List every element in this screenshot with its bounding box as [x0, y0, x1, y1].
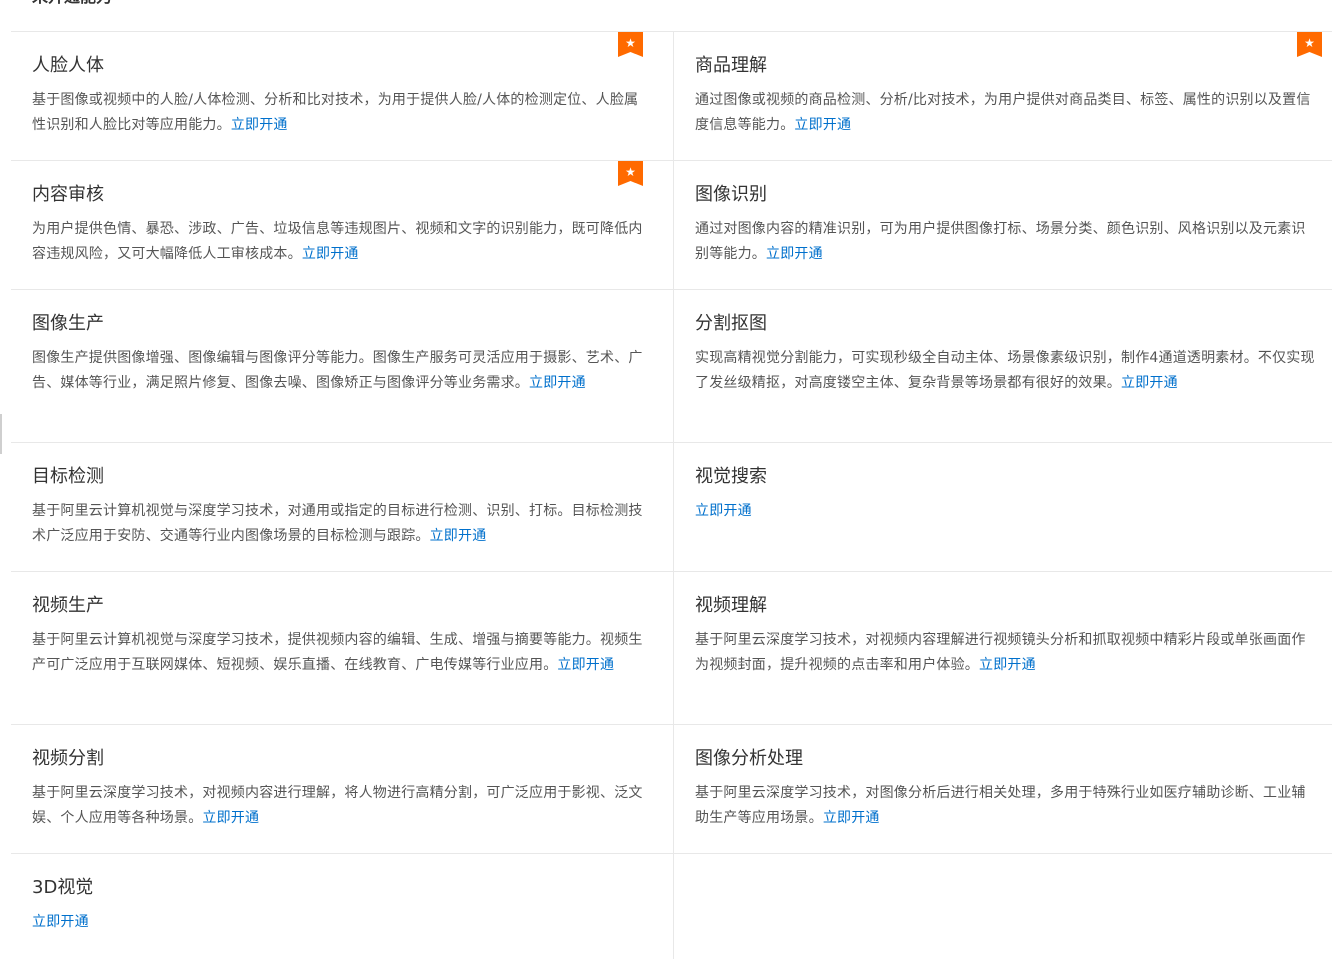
card-description: 基于阿里云深度学习技术，对图像分析后进行相关处理，多用于特殊行业如医疗辅助诊断、… [695, 781, 1318, 831]
activate-link-object-detection[interactable]: 立即开通 [430, 528, 487, 544]
activate-link-image-production[interactable]: 立即开通 [529, 375, 586, 391]
section-title: 未开通能力 [32, 0, 112, 8]
card-title: 视觉搜索 [695, 466, 767, 487]
card-title: 内容审核 [32, 184, 104, 205]
card-segmentation-matting: 分割抠图 实现高精视觉分割能力，可实现秒级全自动主体、场景像素级识别，制作4通道… [674, 290, 1332, 442]
grid-row: 图像生产 图像生产提供图像增强、图像编辑与图像评分等能力。图像生产服务可灵活应用… [11, 290, 1332, 443]
card-description-text: 基于阿里云深度学习技术，对图像分析后进行相关处理，多用于特殊行业如医疗辅助诊断、… [695, 785, 1306, 826]
card-description: 实现高精视觉分割能力，可实现秒级全自动主体、场景像素级识别，制作4通道透明素材。… [695, 346, 1318, 396]
card-object-detection: 目标检测 基于阿里云计算机视觉与深度学习技术，对通用或指定的目标进行检测、识别、… [11, 443, 674, 571]
card-description: 为用户提供色情、暴恐、涉政、广告、垃圾信息等违规图片、视频和文字的识别能力，既可… [32, 217, 651, 267]
grid-row: ★ 人脸人体 基于图像或视频中的人脸/人体检测、分析和比对技术，为用于提供人脸/… [11, 32, 1332, 161]
activate-link-face-body[interactable]: 立即开通 [231, 117, 288, 133]
card-description-text: 通过图像或视频的商品检测、分析/比对技术，为用户提供对商品类目、标签、属性的识别… [695, 92, 1311, 133]
card-video-understanding: 视频理解 基于阿里云深度学习技术，对视频内容理解进行视频镜头分析和抓取视频中精彩… [674, 572, 1332, 724]
card-title: 分割抠图 [695, 313, 767, 334]
activate-link-image-analysis[interactable]: 立即开通 [823, 810, 880, 826]
left-edge-handle [0, 414, 2, 454]
card-title: 商品理解 [695, 55, 767, 76]
card-visual-search: 视觉搜索 立即开通 [674, 443, 1332, 571]
activate-link-visual-search[interactable]: 立即开通 [695, 503, 752, 519]
grid-row: 目标检测 基于阿里云计算机视觉与深度学习技术，对通用或指定的目标进行检测、识别、… [11, 443, 1332, 572]
empty-cell [674, 854, 1332, 959]
card-video-production: 视频生产 基于阿里云计算机视觉与深度学习技术，提供视频内容的编辑、生成、增强与摘… [11, 572, 674, 724]
card-title: 视频生产 [32, 595, 104, 616]
activate-link-3d-vision[interactable]: 立即开通 [32, 914, 89, 930]
grid-row: 3D视觉 立即开通 [11, 854, 1332, 959]
page: 未开通能力 ★ 人脸人体 基于图像或视频中的人脸/人体检测、分析和比对技术，为用… [0, 0, 1332, 959]
card-title: 图像生产 [32, 313, 104, 334]
card-title: 目标检测 [32, 466, 104, 487]
activate-link-image-recognition[interactable]: 立即开通 [766, 246, 823, 262]
capability-grid: ★ 人脸人体 基于图像或视频中的人脸/人体检测、分析和比对技术，为用于提供人脸/… [11, 31, 1332, 959]
card-video-segmentation: 视频分割 基于阿里云深度学习技术，对视频内容进行理解，将人物进行高精分割，可广泛… [11, 725, 674, 853]
card-description: 基于阿里云计算机视觉与深度学习技术，提供视频内容的编辑、生成、增强与摘要等能力。… [32, 628, 651, 678]
activate-link-segmentation-matting[interactable]: 立即开通 [1121, 375, 1178, 391]
card-image-production: 图像生产 图像生产提供图像增强、图像编辑与图像评分等能力。图像生产服务可灵活应用… [11, 290, 674, 442]
card-title: 3D视觉 [32, 877, 94, 898]
card-image-recognition: 图像识别 通过对图像内容的精准识别，可为用户提供图像打标、场景分类、颜色识别、风… [674, 161, 1332, 289]
star-icon: ★ [625, 165, 636, 179]
grid-row: 视频分割 基于阿里云深度学习技术，对视频内容进行理解，将人物进行高精分割，可广泛… [11, 725, 1332, 854]
card-description: 立即开通 [695, 499, 1318, 524]
activate-link-video-segmentation[interactable]: 立即开通 [202, 810, 259, 826]
card-description: 基于图像或视频中的人脸/人体检测、分析和比对技术，为用于提供人脸/人体的检测定位… [32, 88, 651, 138]
activate-link-video-production[interactable]: 立即开通 [557, 657, 614, 673]
card-description: 基于阿里云深度学习技术，对视频内容理解进行视频镜头分析和抓取视频中精彩片段或单张… [695, 628, 1318, 678]
card-title: 图像分析处理 [695, 748, 803, 769]
card-description: 图像生产提供图像增强、图像编辑与图像评分等能力。图像生产服务可灵活应用于摄影、艺… [32, 346, 651, 396]
card-description: 通过对图像内容的精准识别，可为用户提供图像打标、场景分类、颜色识别、风格识别以及… [695, 217, 1318, 267]
card-product-understanding: ★ 商品理解 通过图像或视频的商品检测、分析/比对技术，为用户提供对商品类目、标… [674, 32, 1332, 160]
activate-link-product-understanding[interactable]: 立即开通 [794, 117, 851, 133]
star-icon: ★ [625, 36, 636, 50]
card-title: 图像识别 [695, 184, 767, 205]
card-content-moderation: ★ 内容审核 为用户提供色情、暴恐、涉政、广告、垃圾信息等违规图片、视频和文字的… [11, 161, 674, 289]
card-description-text: 实现高精视觉分割能力，可实现秒级全自动主体、场景像素级识别，制作4通道透明素材。… [695, 350, 1315, 391]
card-description-text: 基于阿里云计算机视觉与深度学习技术，提供视频内容的编辑、生成、增强与摘要等能力。… [32, 632, 643, 673]
activate-link-video-understanding[interactable]: 立即开通 [979, 657, 1036, 673]
card-title: 视频理解 [695, 595, 767, 616]
card-3d-vision: 3D视觉 立即开通 [11, 854, 674, 959]
grid-row: 视频生产 基于阿里云计算机视觉与深度学习技术，提供视频内容的编辑、生成、增强与摘… [11, 572, 1332, 725]
card-description: 基于阿里云深度学习技术，对视频内容进行理解，将人物进行高精分割，可广泛应用于影视… [32, 781, 651, 831]
card-description: 基于阿里云计算机视觉与深度学习技术，对通用或指定的目标进行检测、识别、打标。目标… [32, 499, 651, 549]
grid-row: ★ 内容审核 为用户提供色情、暴恐、涉政、广告、垃圾信息等违规图片、视频和文字的… [11, 161, 1332, 290]
card-description: 通过图像或视频的商品检测、分析/比对技术，为用户提供对商品类目、标签、属性的识别… [695, 88, 1318, 138]
activate-link-content-moderation[interactable]: 立即开通 [302, 246, 359, 262]
card-title: 人脸人体 [32, 55, 104, 76]
card-image-analysis: 图像分析处理 基于阿里云深度学习技术，对图像分析后进行相关处理，多用于特殊行业如… [674, 725, 1332, 853]
card-title: 视频分割 [32, 748, 104, 769]
card-description-text: 基于图像或视频中的人脸/人体检测、分析和比对技术，为用于提供人脸/人体的检测定位… [32, 92, 639, 133]
card-description: 立即开通 [32, 910, 651, 935]
star-icon: ★ [1304, 36, 1315, 50]
card-description-text: 基于阿里云深度学习技术，对视频内容进行理解，将人物进行高精分割，可广泛应用于影视… [32, 785, 643, 826]
card-face-body: ★ 人脸人体 基于图像或视频中的人脸/人体检测、分析和比对技术，为用于提供人脸/… [11, 32, 674, 160]
card-description-text: 基于阿里云计算机视觉与深度学习技术，对通用或指定的目标进行检测、识别、打标。目标… [32, 503, 643, 544]
